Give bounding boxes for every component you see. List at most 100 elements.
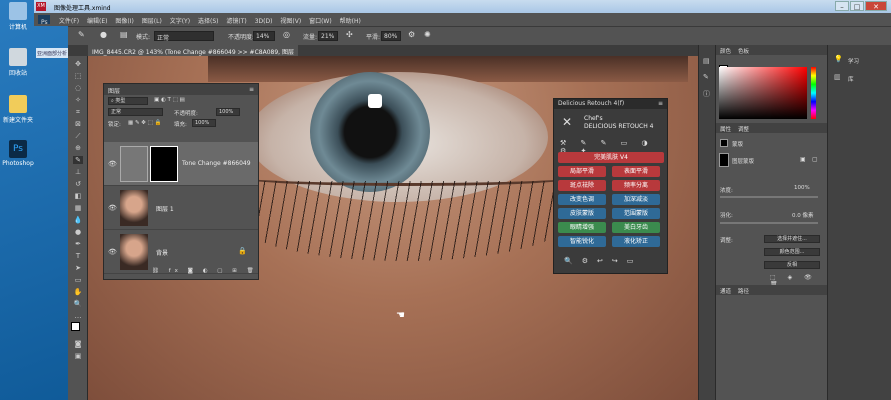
select-pixel-mask-icon[interactable]: ▣ (800, 156, 806, 163)
visibility-eye-icon[interactable]: 👁 (108, 160, 117, 168)
panel-menu-icon[interactable]: ≡ (249, 86, 254, 93)
retouch-local-smooth-button[interactable]: 局部平滑 (558, 166, 606, 177)
learn-icon[interactable]: 💡 (834, 55, 843, 63)
brush-tool-icon[interactable]: ✎ (73, 156, 83, 164)
menu-layer[interactable]: 图层(L) (139, 13, 165, 25)
screen-mode-icon[interactable]: ▣ (73, 352, 83, 360)
layer-opacity-input[interactable]: 100% (216, 108, 240, 116)
layer-row[interactable]: 👁 图层 1 (104, 186, 258, 230)
hue-slider[interactable] (811, 67, 816, 119)
more-tools-icon[interactable]: … (73, 312, 83, 320)
layers-panel-header[interactable]: 图层 ≡ (104, 84, 258, 95)
opacity-input[interactable]: 14% (253, 31, 275, 41)
blur-tool-icon[interactable]: 💧 (73, 216, 83, 224)
retouch-liquify-button[interactable]: 液化矫正 (612, 236, 660, 247)
pen-tool-icon[interactable]: ✒ (73, 240, 83, 248)
quick-mask-icon[interactable]: ◙ (73, 340, 83, 348)
retouch-spot-removal-button[interactable]: 斑点祛除 (558, 180, 606, 191)
retouch-skin-mask-button[interactable]: 皮肤蒙版 (558, 208, 606, 219)
menu-3d[interactable]: 3D(D) (252, 15, 276, 25)
history-brush-tool-icon[interactable]: ↺ (73, 180, 83, 188)
zoom-tool-icon[interactable]: 🔍 (73, 300, 83, 308)
panel-menu-icon[interactable]: ≡ (658, 100, 663, 107)
layer-row[interactable]: 👁 Tone Change #866049 (104, 142, 258, 186)
retouch-whiten-teeth-button[interactable]: 美白牙齿 (612, 222, 660, 233)
desktop-file-item[interactable]: 亚洲面部分析 (36, 48, 68, 58)
airbrush-icon[interactable]: ✣ (346, 30, 353, 39)
menu-type[interactable]: 文字(Y) (167, 13, 193, 25)
path-select-tool-icon[interactable]: ➤ (73, 264, 83, 272)
retouch-panel-header[interactable]: Delicious Retouch 4(f) ≡ (554, 99, 667, 109)
feather-slider[interactable] (720, 222, 818, 224)
retouch-footer-icons[interactable]: 🔍⚙↩↪▭ (564, 257, 642, 265)
brush-settings-icon[interactable]: ▤ (120, 30, 128, 39)
info-panel-icon[interactable]: ⓘ (703, 89, 710, 99)
brush-panel-icon[interactable]: ✎ (703, 73, 709, 81)
hand-tool-icon[interactable]: ✋ (73, 288, 83, 296)
maximize-button[interactable]: □ (850, 1, 864, 11)
dodge-tool-icon[interactable]: ● (73, 228, 83, 236)
foreground-color-swatch[interactable] (71, 322, 80, 331)
desktop-icon-photoshop[interactable]: Ps Photoshop (2, 140, 34, 167)
lock-icons[interactable]: ▦ ✎ ✥ ⬚ 🔒 (128, 120, 161, 126)
eyedropper-tool-icon[interactable]: ⟋ (73, 132, 83, 140)
density-value[interactable]: 100% (794, 185, 810, 191)
tab-paths[interactable]: 路径 (738, 287, 749, 295)
stamp-tool-icon[interactable]: ⊥ (73, 168, 83, 176)
brush-preset-icon[interactable]: ● (100, 30, 107, 39)
retouch-frequency-separation-button[interactable]: 频率分离 (612, 180, 660, 191)
menu-view[interactable]: 视图(V) (277, 13, 304, 25)
crop-tool-icon[interactable]: ⌗ (73, 108, 83, 116)
flow-input[interactable]: 21% (318, 31, 338, 41)
minimize-button[interactable]: – (835, 1, 849, 11)
retouch-change-tone-button[interactable]: 改变色调 (558, 194, 606, 205)
lasso-tool-icon[interactable]: ◌ (73, 84, 83, 92)
libraries-icon[interactable]: ▥ (834, 73, 841, 81)
tab-properties[interactable]: 属性 (720, 125, 731, 133)
retouch-eye-enhance-button[interactable]: 眼睛增强 (558, 222, 606, 233)
libraries-label[interactable]: 库 (848, 75, 854, 83)
brush-tool-icon[interactable]: ✎ (78, 30, 85, 39)
pressure-opacity-icon[interactable]: ◎ (283, 30, 290, 39)
marquee-tool-icon[interactable]: ⬚ (73, 72, 83, 80)
menu-file[interactable]: 文件(F) (56, 13, 82, 25)
move-tool-icon[interactable]: ✥ (73, 60, 83, 68)
layer-kind-filter[interactable]: ⌕ 类型 (108, 97, 148, 105)
feather-value[interactable]: 0.0 像素 (792, 211, 814, 219)
density-slider[interactable] (720, 196, 818, 198)
eraser-tool-icon[interactable]: ◧ (73, 192, 83, 200)
mode-select[interactable]: 正常 (154, 31, 214, 42)
color-range-button[interactable]: 颜色范围... (764, 248, 820, 256)
healing-tool-icon[interactable]: ⊕ (73, 144, 83, 152)
frame-tool-icon[interactable]: ⊠ (73, 120, 83, 128)
menu-image[interactable]: 图像(I) (112, 13, 136, 25)
document-tab[interactable]: IMG_8445.CR2 @ 143% (Tone Change #866049… (88, 45, 298, 65)
tab-adjustments[interactable]: 调整 (738, 125, 749, 133)
close-button[interactable]: ✕ (865, 1, 887, 11)
symmetry-icon[interactable]: ✺ (424, 30, 431, 39)
learn-label[interactable]: 学习 (848, 57, 859, 65)
desktop-icon-computer[interactable]: 计算机 (2, 2, 34, 31)
tab-color[interactable]: 颜色 (720, 47, 731, 55)
visibility-eye-icon[interactable]: 👁 (108, 248, 117, 256)
shape-tool-icon[interactable]: ▭ (73, 276, 83, 284)
fill-input[interactable]: 100% (192, 119, 216, 127)
retouch-smart-sharpen-button[interactable]: 智能锐化 (558, 236, 606, 247)
layer-filter-icons[interactable]: ▣ ◐ T ⬚ ▤ (154, 97, 185, 103)
retouch-surface-smooth-button[interactable]: 表面平滑 (612, 166, 660, 177)
layer-mask-thumb[interactable] (150, 146, 178, 182)
vector-mask-icon[interactable]: ▢ (812, 156, 818, 163)
menu-window[interactable]: 窗口(W) (306, 13, 335, 25)
desktop-icon-recycle-bin[interactable]: 回收站 (2, 48, 34, 77)
menu-select[interactable]: 选择(S) (195, 13, 222, 25)
layers-footer-icons[interactable]: ⛓ fx ◙ ◐ ▢ ⊞ 🗑 (152, 268, 258, 274)
photoshop-menu-icon[interactable]: Ps (38, 15, 50, 26)
retouch-range-mask-button[interactable]: 范围蒙版 (612, 208, 660, 219)
type-tool-icon[interactable]: T (73, 252, 83, 260)
menu-filter[interactable]: 滤镜(T) (223, 13, 249, 25)
history-icon[interactable]: ▤ (703, 57, 710, 65)
visibility-eye-icon[interactable]: 👁 (108, 204, 117, 212)
gradient-tool-icon[interactable]: ▦ (73, 204, 83, 212)
invert-button[interactable]: 反相 (764, 261, 820, 269)
retouch-perfect-skin-button[interactable]: 完美肌肤 V4 (558, 152, 664, 163)
